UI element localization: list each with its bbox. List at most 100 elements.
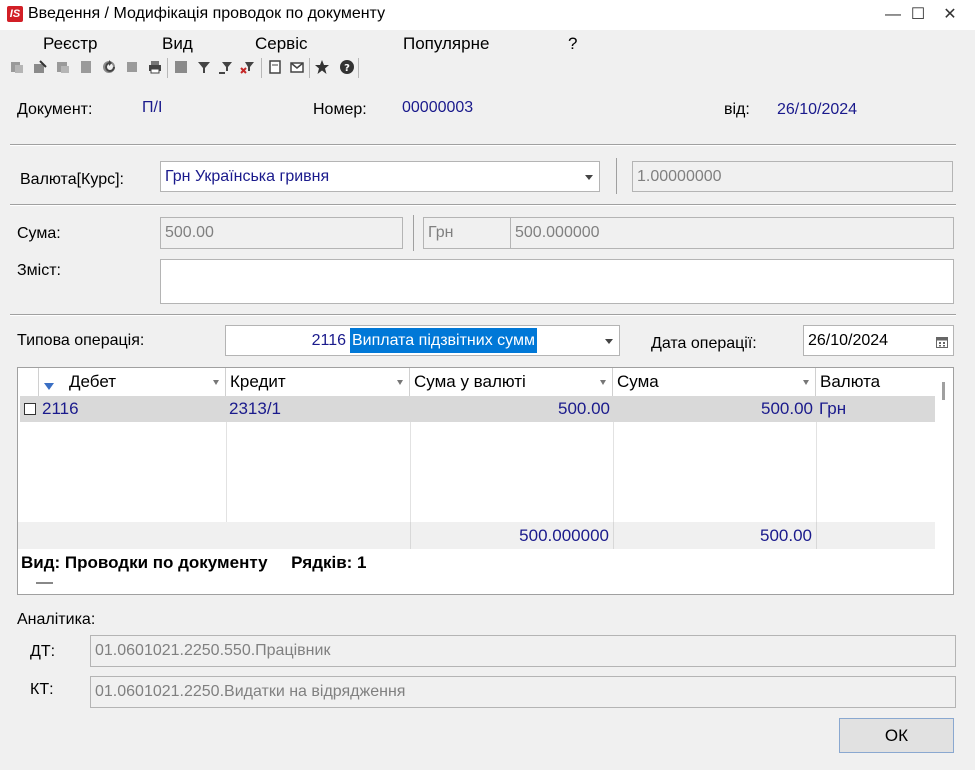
help-icon[interactable]: ? bbox=[338, 58, 356, 76]
chevron-down-icon[interactable] bbox=[585, 174, 593, 180]
toolbar-separator bbox=[167, 58, 168, 78]
sort-arrow-icon bbox=[44, 376, 54, 396]
chevron-down-icon[interactable] bbox=[605, 338, 613, 344]
mail-icon[interactable] bbox=[288, 58, 306, 76]
date-label: від: bbox=[724, 101, 750, 118]
chevron-down-icon[interactable] bbox=[213, 380, 219, 385]
column-header-credit[interactable]: Кредит bbox=[226, 368, 410, 396]
operation-select[interactable]: 2116 Виплата підзвітних сумм bbox=[225, 325, 620, 356]
grid-column-line bbox=[816, 522, 817, 549]
menu-service[interactable]: Сервіс bbox=[255, 34, 308, 54]
grid-status-text: Вид: Проводки по документу Рядків: 1 bbox=[21, 553, 367, 572]
column-header-label: Дебет bbox=[69, 372, 116, 391]
print-icon[interactable] bbox=[146, 58, 164, 76]
total-amount: 500.00 bbox=[760, 525, 812, 545]
chevron-down-icon[interactable] bbox=[397, 380, 403, 385]
converted-amount-value: 500.000000 bbox=[515, 224, 600, 241]
app-logo-icon: IS bbox=[7, 6, 23, 22]
operation-date-value: 26/10/2024 bbox=[808, 331, 889, 349]
undo-icon[interactable] bbox=[123, 58, 141, 76]
filter-clear-icon[interactable] bbox=[217, 58, 235, 76]
operation-date-field[interactable]: 26/10/2024 bbox=[803, 325, 954, 356]
operation-date-label: Дата операції: bbox=[651, 335, 757, 352]
menu-registry[interactable]: Реєстр bbox=[43, 34, 97, 54]
operation-code: 2116 bbox=[311, 331, 346, 349]
filter-icon[interactable] bbox=[195, 58, 213, 76]
divider bbox=[10, 315, 956, 316]
menu-help[interactable]: ? bbox=[568, 34, 577, 54]
cell-amount-currency[interactable]: 500.00 bbox=[410, 396, 613, 422]
amount-currency-code: Грн bbox=[428, 224, 454, 241]
amount-currency-field[interactable]: Грн bbox=[423, 217, 511, 249]
column-header-amount-currency[interactable]: Сума у валюті bbox=[410, 368, 613, 396]
window-title: Введення / Модифікація проводок по докум… bbox=[28, 5, 386, 22]
kt-label: КТ: bbox=[30, 681, 54, 698]
dt-label: ДТ: bbox=[30, 643, 56, 660]
calendar-icon[interactable] bbox=[936, 335, 948, 353]
stop-icon[interactable] bbox=[172, 58, 190, 76]
vertical-scrollbar[interactable] bbox=[942, 382, 945, 400]
toolbar-separator bbox=[261, 58, 262, 78]
document-label: Документ: bbox=[17, 101, 93, 118]
dt-field[interactable]: 01.0601021.2250.550.Працівник bbox=[90, 635, 956, 667]
chevron-down-icon[interactable] bbox=[600, 380, 606, 385]
ok-button[interactable]: ОК bbox=[839, 718, 954, 753]
divider bbox=[10, 145, 956, 146]
toolbar-separator bbox=[358, 58, 359, 78]
toolbar-separator bbox=[309, 58, 310, 78]
close-button[interactable]: ✕ bbox=[932, 0, 968, 30]
edit-icon[interactable] bbox=[31, 58, 49, 76]
vertical-divider bbox=[413, 215, 414, 251]
cell-credit[interactable]: 2313/1 bbox=[226, 396, 410, 422]
currency-label: Валюта[Курс]: bbox=[20, 171, 124, 188]
svg-text:?: ? bbox=[344, 63, 350, 74]
number-value: 00000003 bbox=[402, 99, 474, 116]
column-header-currency[interactable]: Валюта bbox=[816, 368, 935, 396]
kt-field[interactable]: 01.0601021.2250.Видатки на відрядження bbox=[90, 676, 956, 708]
vertical-divider bbox=[616, 158, 617, 194]
total-amount-currency: 500.000000 bbox=[519, 525, 609, 545]
column-header-debit[interactable]: Дебет bbox=[39, 368, 226, 396]
document-icon[interactable] bbox=[266, 58, 284, 76]
analytics-label: Аналітика: bbox=[17, 611, 96, 628]
content-textarea[interactable] bbox=[160, 259, 954, 304]
column-header-label: Кредит bbox=[230, 372, 286, 391]
chevron-down-icon[interactable] bbox=[803, 380, 809, 385]
copy-icon[interactable] bbox=[8, 58, 26, 76]
converted-amount-field[interactable]: 500.000000 bbox=[510, 217, 954, 249]
refresh-icon[interactable] bbox=[101, 58, 119, 76]
kt-value: 01.0601021.2250.Видатки на відрядження bbox=[95, 683, 406, 700]
column-header-label: Сума bbox=[617, 372, 659, 391]
number-label: Номер: bbox=[313, 101, 367, 118]
filter-remove-icon[interactable] bbox=[239, 58, 257, 76]
dt-value: 01.0601021.2250.550.Працівник bbox=[95, 642, 331, 659]
cell-amount[interactable]: 500.00 bbox=[613, 396, 816, 422]
amount-field[interactable]: 500.00 bbox=[160, 217, 403, 249]
copy-row-icon[interactable] bbox=[54, 58, 72, 76]
currency-value: Грн Українська гривня bbox=[165, 167, 330, 185]
currency-select[interactable]: Грн Українська гривня bbox=[160, 161, 600, 192]
rate-value: 1.00000000 bbox=[637, 167, 722, 185]
column-header-label: Валюта bbox=[820, 372, 881, 391]
divider bbox=[10, 205, 956, 206]
cell-currency[interactable]: Грн bbox=[816, 396, 935, 422]
amount-value: 500.00 bbox=[165, 224, 214, 241]
column-header-label: Сума у валюті bbox=[414, 372, 526, 391]
operation-name: Виплата підзвітних сумм bbox=[350, 328, 537, 353]
cell-debit[interactable]: 2116 bbox=[39, 396, 226, 422]
document-value: П/І bbox=[142, 99, 163, 116]
amount-label: Сума: bbox=[17, 225, 61, 242]
date-value: 26/10/2024 bbox=[777, 101, 858, 118]
horizontal-scrollbar[interactable] bbox=[36, 582, 53, 584]
content-label: Зміст: bbox=[17, 262, 61, 279]
column-header-amount[interactable]: Сума bbox=[613, 368, 816, 396]
grid-corner bbox=[18, 368, 39, 396]
paste-icon[interactable] bbox=[77, 58, 95, 76]
menu-popular[interactable]: Популярне bbox=[403, 34, 489, 54]
row-checkbox[interactable] bbox=[24, 403, 36, 415]
operation-label: Типова операція: bbox=[17, 332, 145, 349]
star-icon[interactable] bbox=[313, 58, 331, 76]
menu-view[interactable]: Вид bbox=[162, 34, 193, 54]
rate-field[interactable]: 1.00000000 bbox=[632, 161, 953, 192]
maximize-button[interactable]: ☐ bbox=[903, 0, 933, 30]
